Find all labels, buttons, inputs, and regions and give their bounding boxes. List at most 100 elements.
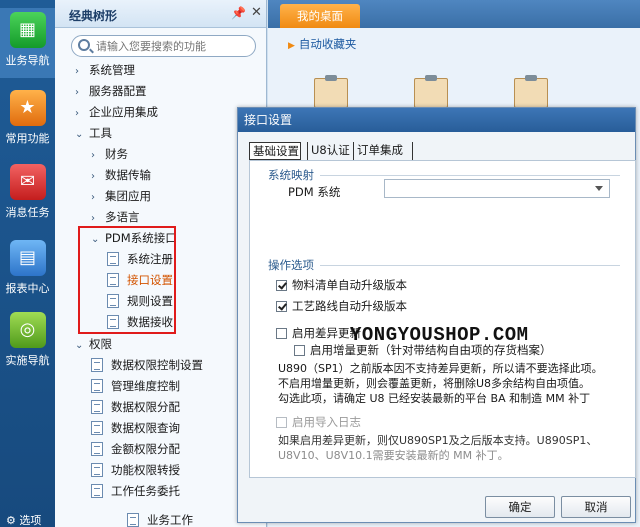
tree-node-task-delegation[interactable]: 工作任务委托 xyxy=(91,481,180,501)
tree-node-group-apps[interactable]: › 集团应用 xyxy=(91,186,151,206)
tree-node-data-permission-settings[interactable]: 数据权限控制设置 xyxy=(91,355,203,375)
document-icon xyxy=(91,400,103,414)
mail-icon: ✉ xyxy=(9,164,46,200)
close-icon[interactable]: ✕ xyxy=(251,5,262,20)
search-box[interactable] xyxy=(71,35,256,57)
chevron-right-icon: › xyxy=(75,87,79,98)
rail-item-reports[interactable]: ▤ 报表中心 xyxy=(0,236,55,306)
tree-node-multi-language[interactable]: › 多语言 xyxy=(91,207,140,227)
pin-icon[interactable]: 📌 xyxy=(231,6,246,20)
highlight-box xyxy=(78,226,176,334)
pdm-system-select[interactable] xyxy=(384,179,610,198)
tree-node-business-work[interactable]: 业务工作 xyxy=(127,510,193,527)
chevron-right-icon: ▶ xyxy=(288,41,295,51)
tree-node-finance[interactable]: › 财务 xyxy=(91,144,128,164)
interface-settings-dialog: 接口设置 基础设置 U8认证 订单集成 系统映射 PDM 系统 操作选项 物料清… xyxy=(237,107,636,523)
chevron-right-icon: › xyxy=(91,171,95,182)
operation-options-title: 操作选项 xyxy=(268,258,314,272)
left-nav-rail: ▦ 业务导航 ★ 常用功能 ✉ 消息任务 ▤ 报表中心 ◎ 实施导航 ⚙ 选项 xyxy=(0,0,55,527)
chevron-down-icon: ⌄ xyxy=(75,340,84,351)
note-line-2: 不启用增量更新，则会覆盖更新，将删除U8多余结构自由项值。 xyxy=(278,377,591,390)
divider xyxy=(320,265,620,266)
star-icon: ★ xyxy=(9,90,46,126)
chevron-right-icon: › xyxy=(91,192,95,203)
document-icon xyxy=(127,513,139,527)
watermark-text: YONGYOUSHOP.COM xyxy=(350,324,529,346)
tree-node-label: 集团应用 xyxy=(105,189,151,203)
tree-node-data-transfer[interactable]: › 数据传输 xyxy=(91,165,151,185)
tree-header: 经典树形 📌 ✕ xyxy=(55,0,266,28)
rail-options[interactable]: ⚙ 选项 xyxy=(6,512,41,527)
tree-node-label: 财务 xyxy=(105,147,128,161)
clipboard-icon[interactable] xyxy=(314,75,348,108)
tree-node-system-management[interactable]: › 系统管理 xyxy=(75,60,135,80)
ok-button[interactable]: 确定 xyxy=(485,496,555,518)
tree-node-label: 金额权限分配 xyxy=(111,442,180,456)
bom-auto-upgrade-checkbox[interactable] xyxy=(276,280,287,291)
tab-my-desktop[interactable]: 我的桌面 xyxy=(280,4,360,28)
tree-node-amount-permission[interactable]: 金额权限分配 xyxy=(91,439,180,459)
tab-order-integration[interactable]: 订单集成 xyxy=(353,142,413,160)
cancel-button[interactable]: 取消 xyxy=(561,496,631,518)
tree-node-label: 系统管理 xyxy=(89,63,135,77)
tree-node-data-permission-query[interactable]: 数据权限查询 xyxy=(91,418,180,438)
divider xyxy=(320,175,620,176)
tree-node-label: 数据权限查询 xyxy=(111,421,180,435)
tree-node-label: 权限 xyxy=(89,337,112,351)
tree-node-server-config[interactable]: › 服务器配置 xyxy=(75,81,147,101)
rail-item-label: 业务导航 xyxy=(5,54,50,67)
dialog-title: 接口设置 xyxy=(238,108,635,132)
chevron-down-icon: ⌄ xyxy=(75,129,84,140)
favorites-header[interactable]: ▶ 自动收藏夹 xyxy=(288,36,356,52)
tree-node-label: 数据权限分配 xyxy=(111,400,180,414)
tree-node-data-permission-assign[interactable]: 数据权限分配 xyxy=(91,397,180,417)
tree-node-label: 数据传输 xyxy=(105,168,151,182)
pdm-system-label: PDM 系统 xyxy=(288,185,341,199)
note-line-3: 勾选此项，请确定 U8 已经安装最新的平台 BA 和制造 MM 补丁 xyxy=(278,392,591,405)
rail-item-messages[interactable]: ✉ 消息任务 xyxy=(0,160,55,230)
rail-item-implementation[interactable]: ◎ 实施导航 xyxy=(0,308,55,378)
incremental-update-checkbox[interactable] xyxy=(294,345,305,356)
import-log-checkbox[interactable] xyxy=(276,417,287,428)
rail-item-business-nav[interactable]: ▦ 业务导航 xyxy=(0,8,55,78)
desktop-tab-bar: 我的桌面 xyxy=(268,0,640,28)
tree-node-permission-transfer[interactable]: 功能权限转授 xyxy=(91,460,180,480)
document-icon xyxy=(91,463,103,477)
document-icon xyxy=(91,358,103,372)
rail-item-common-functions[interactable]: ★ 常用功能 xyxy=(0,86,55,156)
search-input[interactable] xyxy=(96,38,251,54)
bom-auto-upgrade-label: 物料清单自动升级版本 xyxy=(292,278,407,292)
grid-icon: ▦ xyxy=(9,12,46,48)
tree-node-permissions[interactable]: ⌄ 权限 xyxy=(75,334,112,354)
clipboard-icon[interactable] xyxy=(514,75,548,108)
note-line-1: U890（SP1）之前版本因不支持差异更新，所以请不要选择此项。 xyxy=(278,362,603,375)
compass-icon: ◎ xyxy=(9,312,46,348)
tree-node-label: 管理维度控制 xyxy=(111,379,180,393)
routing-auto-upgrade-checkbox[interactable] xyxy=(276,301,287,312)
rail-item-label: 常用功能 xyxy=(5,132,50,145)
tree-node-label: 多语言 xyxy=(105,210,140,224)
tab-basic-settings[interactable]: 基础设置 xyxy=(249,142,301,160)
tree-panel: 经典树形 📌 ✕ › 系统管理 › 服务器配置 › 企业应用集成 ⌄ 工具 › 财务 › 数… xyxy=(55,0,267,527)
rail-item-label: 报表中心 xyxy=(5,282,50,295)
chevron-right-icon: › xyxy=(91,150,95,161)
tree-node-enterprise-integration[interactable]: › 企业应用集成 xyxy=(75,102,158,122)
settings-panel: 系统映射 PDM 系统 操作选项 物料清单自动升级版本 工艺路线自动升级版本 启… xyxy=(249,160,636,478)
document-icon xyxy=(91,421,103,435)
tree-node-label: 数据权限控制设置 xyxy=(111,358,203,372)
clipboard-icon[interactable] xyxy=(414,75,448,108)
rail-item-label: 实施导航 xyxy=(5,354,50,367)
document-icon xyxy=(91,442,103,456)
document-icon xyxy=(91,484,103,498)
tree-node-tools[interactable]: ⌄ 工具 xyxy=(75,123,112,143)
tree-node-dimension-control[interactable]: 管理维度控制 xyxy=(91,376,180,396)
tab-u8-auth[interactable]: U8认证 xyxy=(307,142,350,160)
import-log-label: 启用导入日志 xyxy=(292,415,361,429)
search-icon xyxy=(78,39,90,51)
rail-options-label: 选项 xyxy=(19,514,42,527)
chevron-right-icon: › xyxy=(75,108,79,119)
tree-title: 经典树形 xyxy=(69,9,118,23)
diff-update-checkbox[interactable] xyxy=(276,328,287,339)
chart-icon: ▤ xyxy=(9,240,46,276)
routing-auto-upgrade-label: 工艺路线自动升级版本 xyxy=(292,299,407,313)
